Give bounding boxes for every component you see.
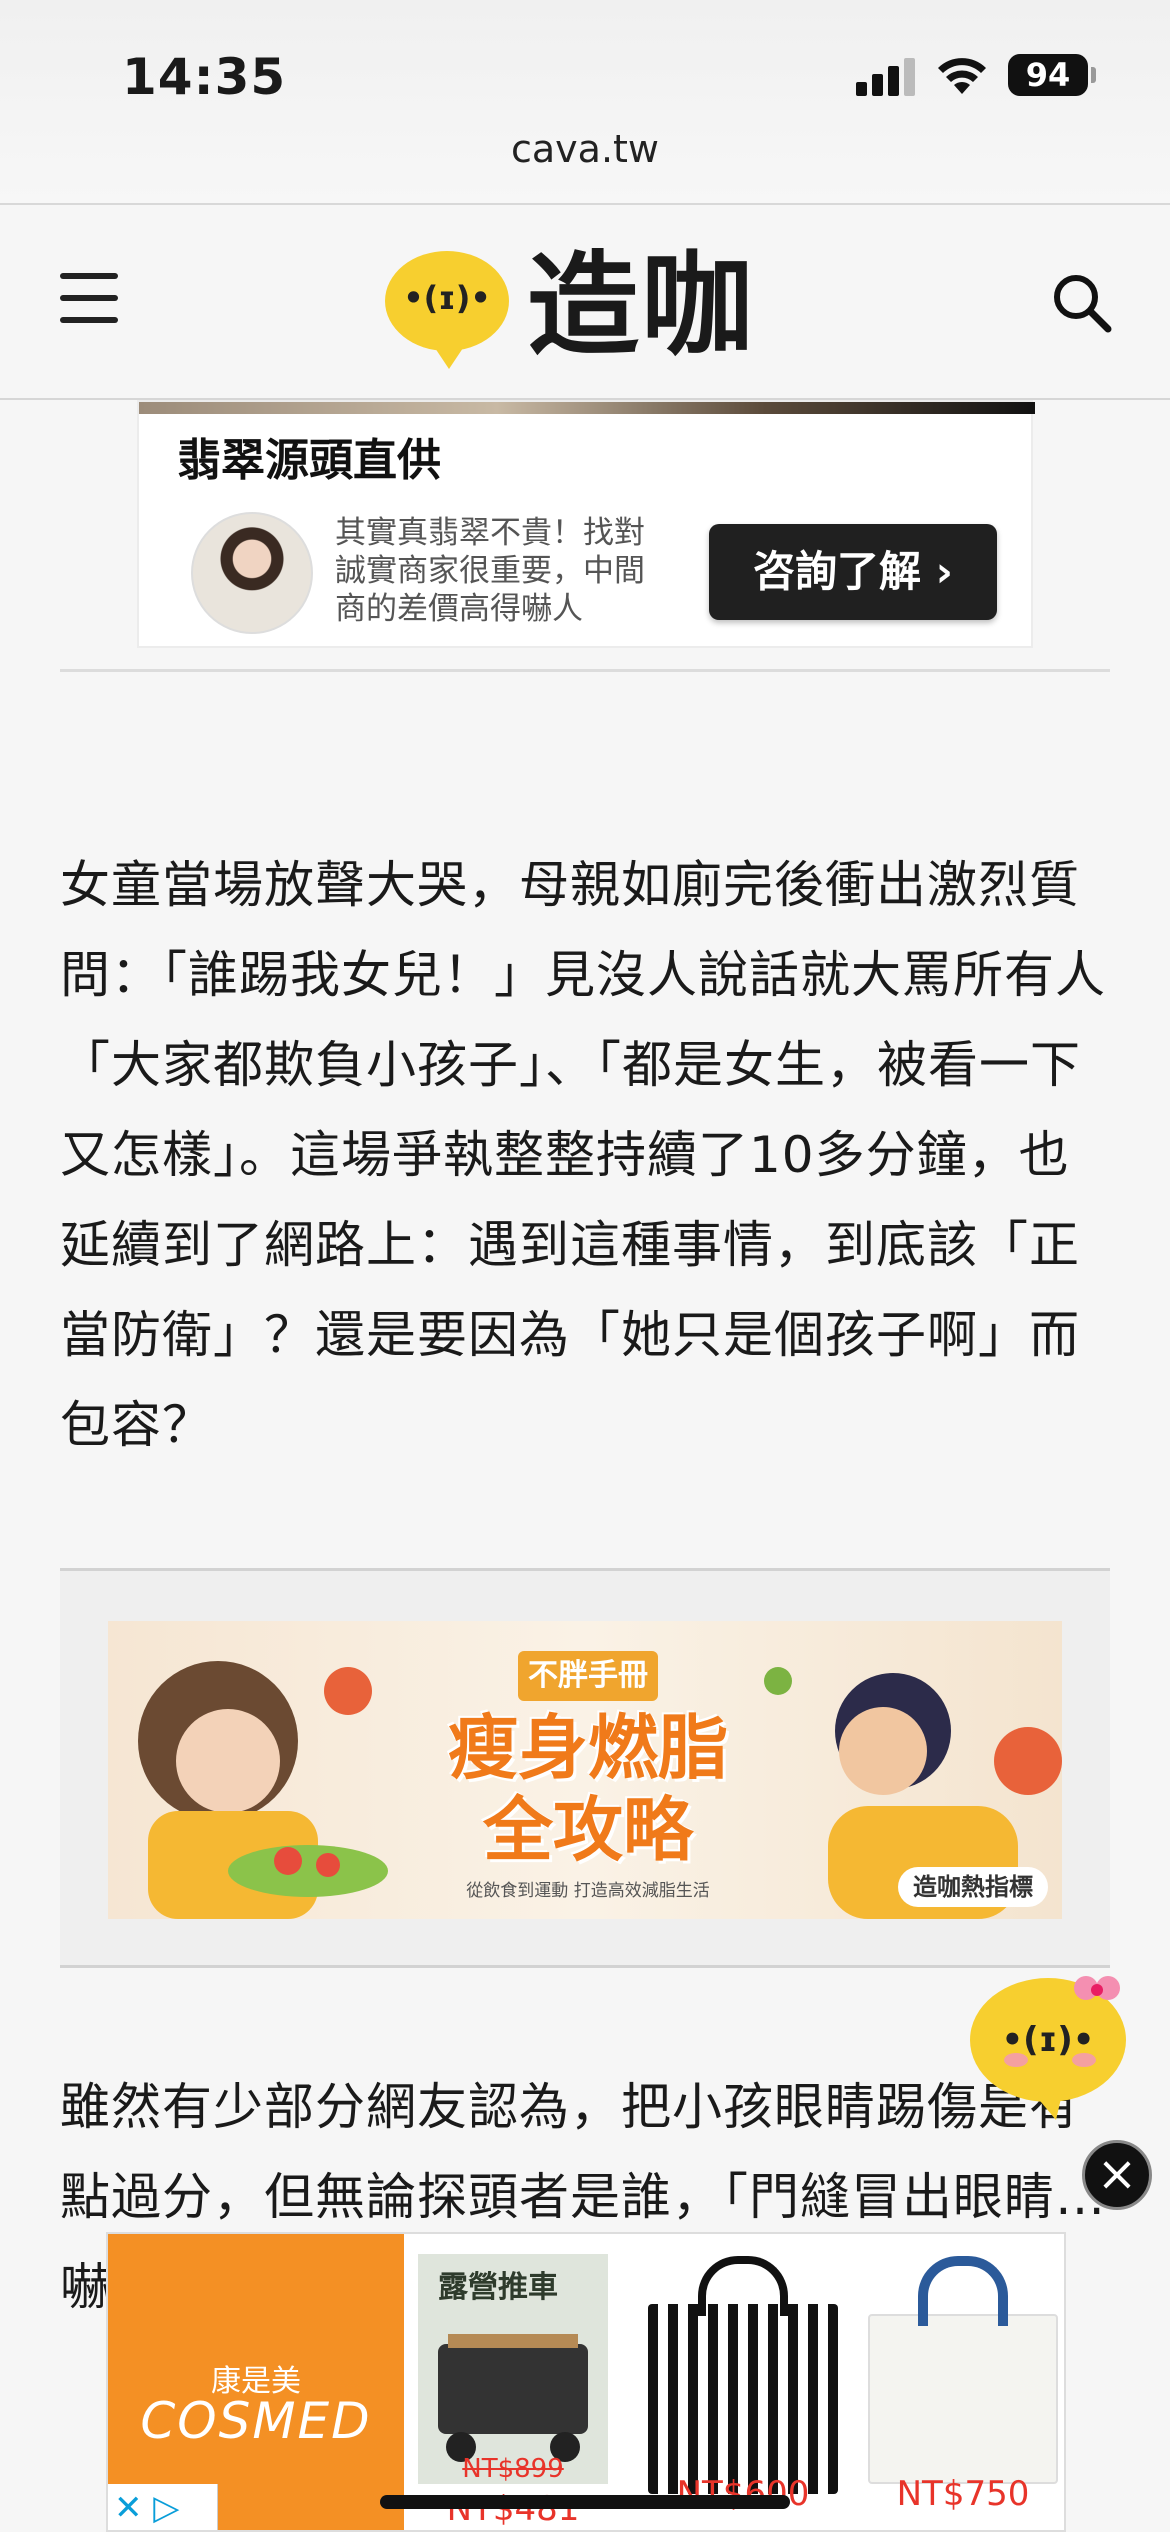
banner-badge: 造咖熱指標 (898, 1867, 1048, 1907)
product-card[interactable]: 露營推車 NT$899 NT$481 (408, 2234, 628, 2530)
home-indicator[interactable] (380, 2495, 790, 2509)
status-time: 14:35 (122, 48, 287, 106)
fat-burning-banner-ad[interactable]: 不胖手冊 瘦身燃脂 全攻略 從飲食到運動 打造高效減脂生活 造咖熱指標 (108, 1621, 1062, 1919)
product-label: 露營推車 (438, 2270, 558, 2305)
address-bar-url[interactable]: cava.tw (0, 127, 1170, 171)
cellular-signal-icon (856, 58, 916, 96)
ad-description: 其實真翡翠不貴！找對誠實商家很重要，中間商的差價高得嚇人 (335, 515, 645, 627)
banner-headline-line-1: 瘦身燃脂 (448, 1707, 728, 1789)
divider (60, 669, 1110, 672)
bottom-sticky-ad[interactable]: 康是美 COSMED ✕ ▷ 露營推車 NT$899 NT$481 NT$600… (106, 2232, 1066, 2532)
jade-ad[interactable]: 翡翠源頭直供 其實真翡翠不貴！找對誠實商家很重要，中間商的差價高得嚇人 咨詢了解… (137, 400, 1035, 648)
ad-choices-icon[interactable]: ✕ ▷ (108, 2484, 218, 2530)
product-price: NT$750 (896, 2474, 1030, 2514)
site-logo[interactable]: •(ɪ)• 造咖 (385, 241, 805, 371)
floating-mascot-button[interactable]: •(ɪ)• (966, 1970, 1126, 2120)
wifi-icon (938, 58, 986, 94)
ad-cta-button[interactable]: 咨詢了解 › (709, 524, 997, 620)
search-icon[interactable] (1050, 271, 1114, 335)
close-mascot-button[interactable]: × (1082, 2140, 1152, 2210)
site-header: •(ɪ)• 造咖 (0, 205, 1170, 400)
brand-name-en: COSMED (140, 2392, 372, 2450)
ad-image-strip (139, 402, 1035, 414)
product-old-price: NT$899 (462, 2454, 564, 2484)
status-bar: 14:35 94 cava.tw (0, 0, 1170, 205)
banner-headline: 瘦身燃脂 全攻略 (408, 1707, 768, 1871)
logo-face: •(ɪ)• (403, 279, 491, 317)
page: 14:35 94 cava.tw •(ɪ)• 造咖 翡翠源頭直供 其實真翡翠不貴… (0, 0, 1170, 2532)
mascot-face: •(ɪ)• (1001, 2020, 1095, 2060)
canvas-tote-image (868, 2314, 1058, 2484)
banner-ad-container: 不胖手冊 瘦身燃脂 全攻略 從飲食到運動 打造高效減脂生活 造咖熱指標 (60, 1568, 1110, 1968)
camping-cart-image: 露營推車 (418, 2254, 608, 2484)
product-card[interactable]: NT$750 (858, 2234, 1064, 2530)
article-paragraph: 女童當場放聲大哭，母親如廁完後衝出激烈質問：「誰踢我女兒！」見沒人說話就大罵所有… (60, 856, 1106, 1454)
logo-text: 造咖 (527, 241, 755, 371)
striped-tote-image (648, 2304, 838, 2494)
hamburger-menu-icon[interactable] (60, 273, 118, 323)
banner-tag: 不胖手冊 (518, 1651, 658, 1701)
banner-subtitle: 從飲食到運動 打造高效減脂生活 (466, 1881, 710, 1901)
banner-headline-line-2: 全攻略 (483, 1789, 693, 1871)
ad-title: 翡翠源頭直供 (177, 435, 441, 486)
battery-icon: 94 (1008, 54, 1096, 96)
product-card[interactable]: NT$600 (638, 2234, 848, 2530)
ad-avatar (191, 512, 313, 634)
